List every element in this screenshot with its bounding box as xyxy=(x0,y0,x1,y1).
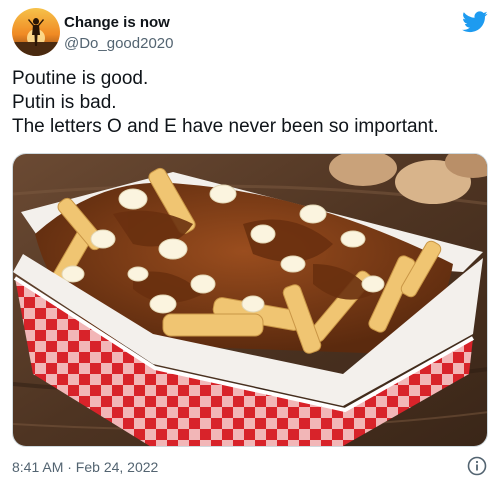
tweet-line: Poutine is good. xyxy=(12,68,149,89)
tweet-timestamp[interactable]: 8:41 AM · Feb 24, 2022 xyxy=(12,459,158,475)
tweet-media[interactable] xyxy=(12,153,488,447)
tweet-line: The letters O and E have never been so i… xyxy=(12,116,439,137)
twitter-bird-icon[interactable] xyxy=(462,11,488,33)
user-handle[interactable]: @Do_good2020 xyxy=(64,35,173,52)
tweet-card: Change is now @Do_good2020 Poutine is go… xyxy=(0,0,503,485)
info-icon[interactable] xyxy=(467,456,487,476)
tweet-line: Putin is bad. xyxy=(12,92,117,113)
poutine-photo-icon xyxy=(13,154,487,446)
avatar[interactable] xyxy=(12,8,60,56)
display-name[interactable]: Change is now xyxy=(64,14,170,31)
sunset-silhouette-avatar-icon xyxy=(12,8,60,56)
tweet-text: Poutine is good. Putin is bad. The lette… xyxy=(12,67,492,139)
